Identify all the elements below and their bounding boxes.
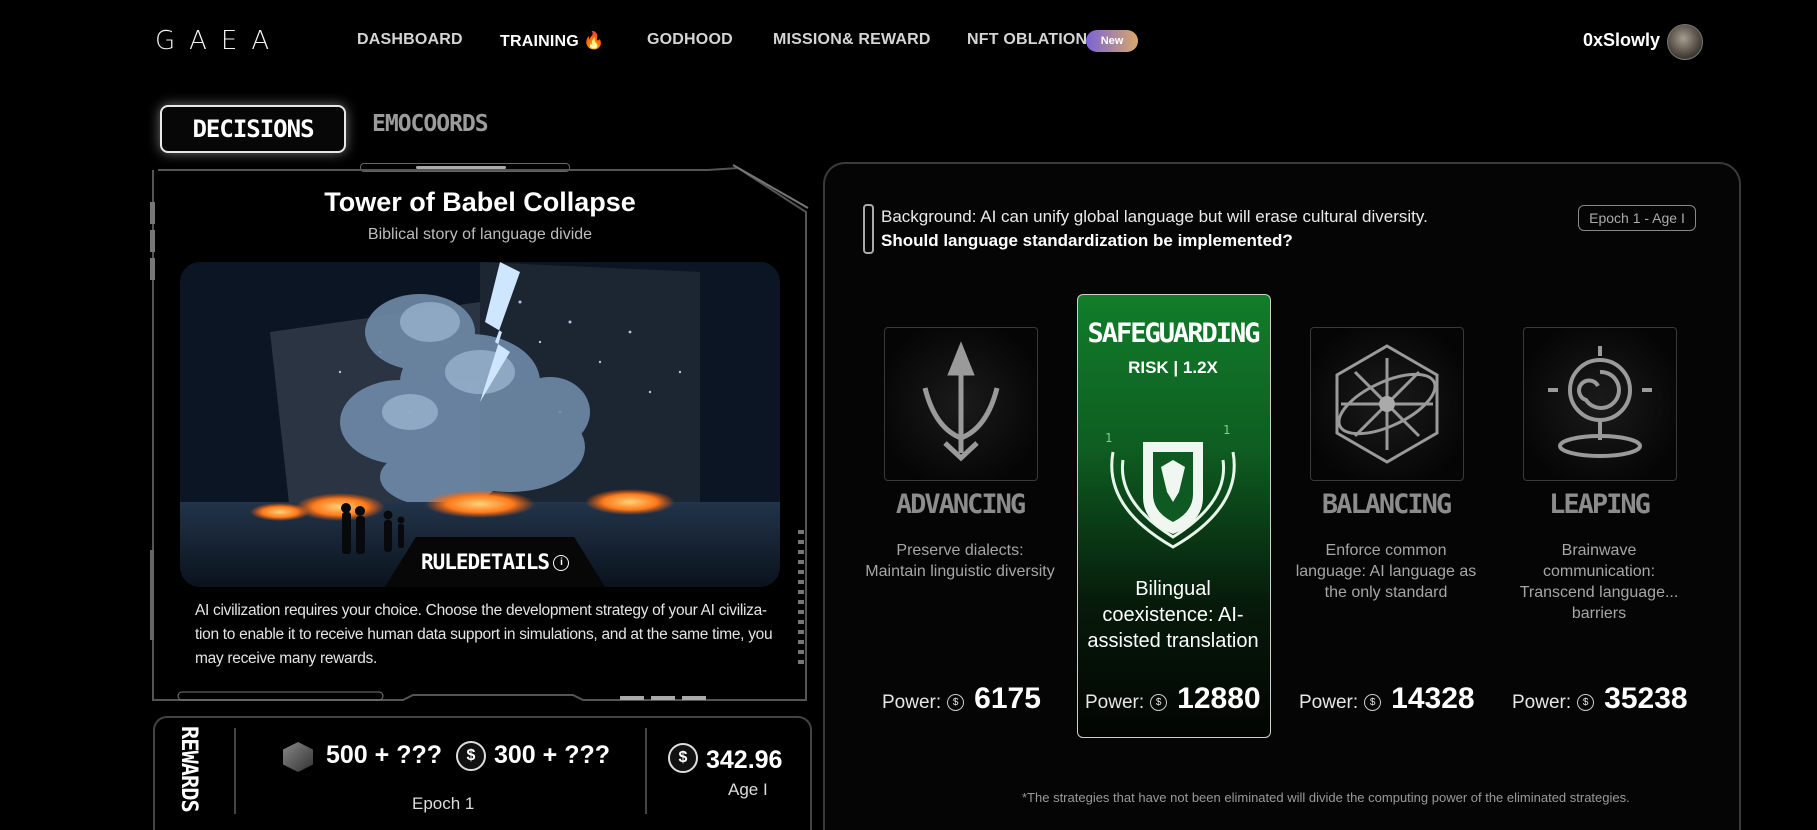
option-advancing-power: Power: $6175 [882,682,1041,716]
balance-age: Age I [728,780,768,799]
option-leaping-power: Power: $35238 [1512,682,1688,716]
power-value: 6175 [974,682,1041,715]
rewards-label-text: REWARDS [176,726,201,812]
power-value: 12880 [1177,682,1261,715]
option-advancing-card[interactable] [884,327,1038,481]
coin-icon: $ [1364,694,1382,712]
coin-icon: $ [668,743,698,773]
nav-training-label: TRAINING [500,33,579,50]
info-icon: i [553,555,570,571]
option-advancing-desc: Preserve dialects: Maintain linguistic d… [865,542,1055,580]
story-subtitle: Biblical story of language divide [367,226,593,243]
nav-training[interactable]: TRAINING 🔥 [500,31,604,51]
question-prompt: Should language standardization be imple… [881,231,1293,250]
tab-decisions[interactable]: DECISIONS [160,105,346,153]
power-label: Power: [1085,692,1145,713]
reward-epoch: Epoch 1 [412,794,475,813]
power-label: Power: [1299,692,1359,713]
gaea-logo[interactable]: GAEA [155,26,283,56]
trident-icon [922,341,1000,462]
option-leaping-card[interactable] [1523,327,1677,481]
story-title: Tower of Babel Collapse [324,187,636,217]
power-label: Power: [1512,692,1572,713]
nav-dashboard[interactable]: DASHBOARD [357,31,463,49]
compass-star-icon [1335,344,1439,464]
option-safeguarding-name: SAFEGUARDING [1087,318,1260,349]
option-safeguarding-desc: Bilingual coexistence: AI-assisted trans… [1087,578,1259,652]
footnote: *The strategies that have not been elimi… [1022,790,1630,805]
option-balancing-card[interactable] [1310,327,1464,481]
question-background: Background: AI can unify global language… [881,207,1428,226]
balance-value: 342.96 [706,746,783,774]
option-balancing-name: BALANCING [1321,489,1452,520]
coin-icon: $ [947,694,965,712]
rewards-divider [234,728,236,814]
spiral-portal-icon [1548,346,1652,458]
flame-icon: 🔥 [582,31,605,50]
option-balancing-power: Power: $14328 [1299,682,1475,716]
question-bracket [863,204,874,254]
story-description: AI civilization requires your choice. Ch… [195,602,773,667]
svg-text:1: 1 [1223,423,1230,437]
option-safeguarding-risk: RISK | 1.2X [1128,358,1218,377]
username[interactable]: 0xSlowly [1583,30,1660,51]
rule-details-button[interactable]: RULEDETAILS i [385,537,605,587]
coin-icon: $ [1150,694,1168,712]
option-leaping-name: LEAPING [1549,489,1651,520]
option-safeguarding-power: Power: $12880 [1085,682,1261,716]
rewards-label: REWARDS [176,726,201,812]
option-advancing-name: ADVANCING [895,489,1026,520]
nav-nft-oblation[interactable]: NFT OBLATION [967,31,1087,49]
power-label: Power: [882,692,942,713]
question-text: Background: AI can unify global language… [881,205,1511,253]
reward-item-1: 500 + ??? [326,741,443,769]
new-badge: New [1086,30,1138,52]
rule-details-label: RULEDETAILS [420,550,550,574]
power-value: 14328 [1391,682,1475,715]
option-balancing-desc: Enforce common language: AI language as … [1295,542,1477,601]
nav-godhood[interactable]: GODHOOD [647,31,733,49]
option-leaping-desc: Brainwave communication: Transcend langu… [1519,542,1679,622]
svg-text:1: 1 [1105,431,1112,445]
coin-icon: $ [1577,694,1595,712]
rewards-divider-2 [645,728,647,814]
reward-item-2: 300 + ??? [494,741,611,769]
nav-mission-reward[interactable]: MISSION& REWARD [773,31,931,49]
power-value: 35238 [1604,682,1688,715]
shield-crest-icon: 1 1 [1105,423,1236,549]
epoch-badge: Epoch 1 - Age I [1578,205,1696,231]
tab-emocoords[interactable]: EMOCOORDS [372,111,489,137]
coin-icon: $ [456,741,486,771]
avatar[interactable] [1667,24,1703,60]
